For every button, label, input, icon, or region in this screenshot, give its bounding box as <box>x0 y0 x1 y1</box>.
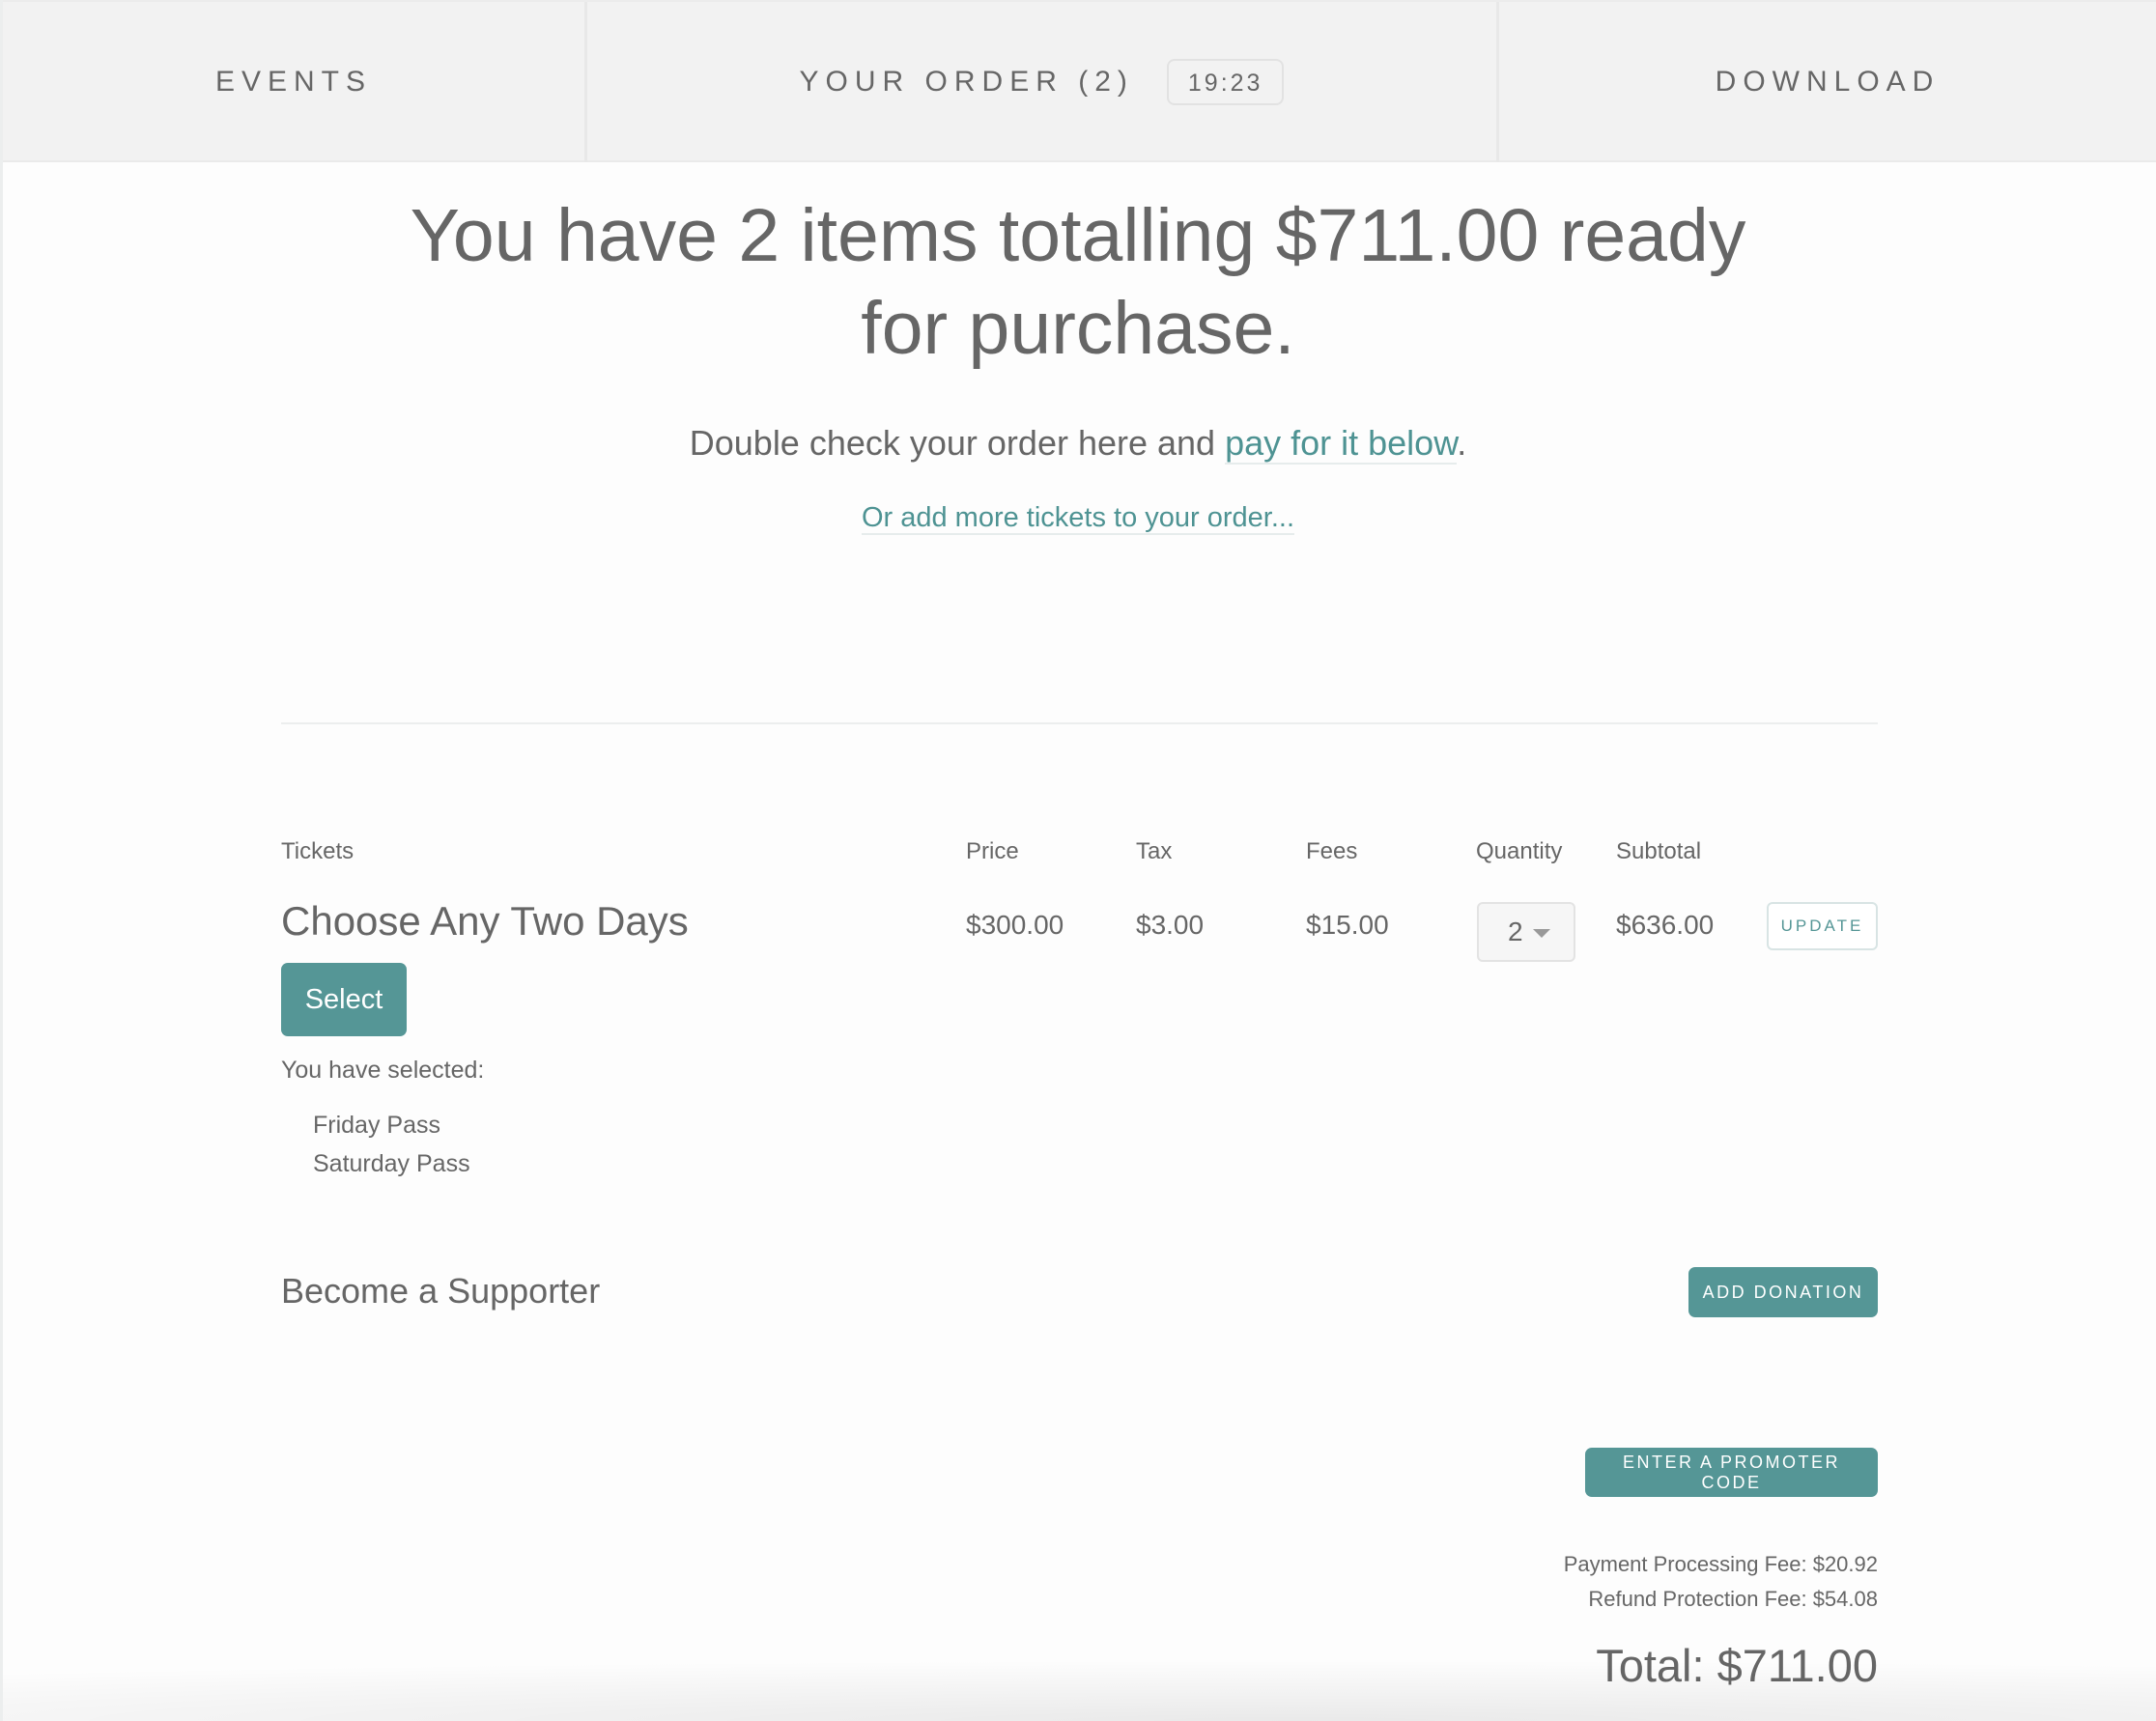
instructions-period: . <box>1457 423 1467 463</box>
instructions-text: Double check your order here and <box>689 423 1226 463</box>
nav-tab-download-label: Download <box>1715 66 1941 98</box>
column-header-subtotal: Subtotal <box>1616 838 1702 864</box>
nav-tab-your-order[interactable]: Your Order (2) 19:23 <box>587 2 1499 162</box>
column-header-price: Price <box>966 838 1019 864</box>
column-header-fees: Fees <box>1306 838 1358 864</box>
ticket-subtotal: $636.00 <box>1616 910 1715 940</box>
selected-items-label: You have selected: <box>281 1057 485 1084</box>
order-total: Total: $711.00 <box>1596 1640 1878 1691</box>
column-header-quantity: Quantity <box>1476 838 1563 864</box>
add-donation-button[interactable]: ADD DONATION <box>1688 1267 1878 1317</box>
heading-line-1: You have 2 items totalling $711.00 ready <box>410 194 1746 277</box>
quantity-select[interactable]: 2 <box>1477 902 1575 962</box>
heading-line-2: for purchase. <box>861 287 1295 370</box>
add-more-tickets-link[interactable]: Or add more tickets to your order... <box>861 502 1295 535</box>
nav-tab-download[interactable]: Download <box>1499 2 2156 162</box>
nav-tab-events[interactable]: Events <box>3 2 587 162</box>
quantity-value: 2 <box>1508 917 1523 946</box>
refund-protection-fee: Refund Protection Fee: $54.08 <box>1588 1587 1878 1611</box>
ticket-tax: $3.00 <box>1136 910 1205 940</box>
selected-item: Friday Pass <box>313 1112 440 1139</box>
chevron-down-icon <box>1533 929 1550 938</box>
update-button[interactable]: UPDATE <box>1767 902 1878 950</box>
select-days-button[interactable]: Select <box>281 963 407 1036</box>
top-navigation: Events Your Order (2) 19:23 Download <box>3 0 2156 162</box>
become-supporter-title: Become a Supporter <box>281 1271 601 1311</box>
nav-tab-events-label: Events <box>214 66 373 98</box>
enter-promoter-code-button[interactable]: ENTER A PROMOTER CODE <box>1585 1448 1878 1497</box>
column-header-tickets: Tickets <box>281 838 355 864</box>
payment-processing-fee: Payment Processing Fee: $20.92 <box>1563 1552 1878 1576</box>
pay-below-link[interactable]: pay for it below <box>1225 423 1458 465</box>
ticket-fees: $15.00 <box>1306 910 1389 940</box>
column-header-tax: Tax <box>1136 838 1173 864</box>
selected-item: Saturday Pass <box>313 1150 470 1177</box>
ticket-name: Choose Any Two Days <box>281 898 689 944</box>
countdown-timer-badge: 19:23 <box>1166 59 1285 105</box>
order-instructions: Double check your order here and pay for… <box>0 423 2156 465</box>
ticket-price: $300.00 <box>966 910 1064 940</box>
order-summary-heading: You have 2 items totalling $711.00 ready… <box>0 189 2156 375</box>
add-more-container: Or add more tickets to your order... <box>0 502 2156 535</box>
nav-tab-order-label: Your Order (2) <box>799 66 1134 98</box>
section-divider <box>281 722 1878 724</box>
